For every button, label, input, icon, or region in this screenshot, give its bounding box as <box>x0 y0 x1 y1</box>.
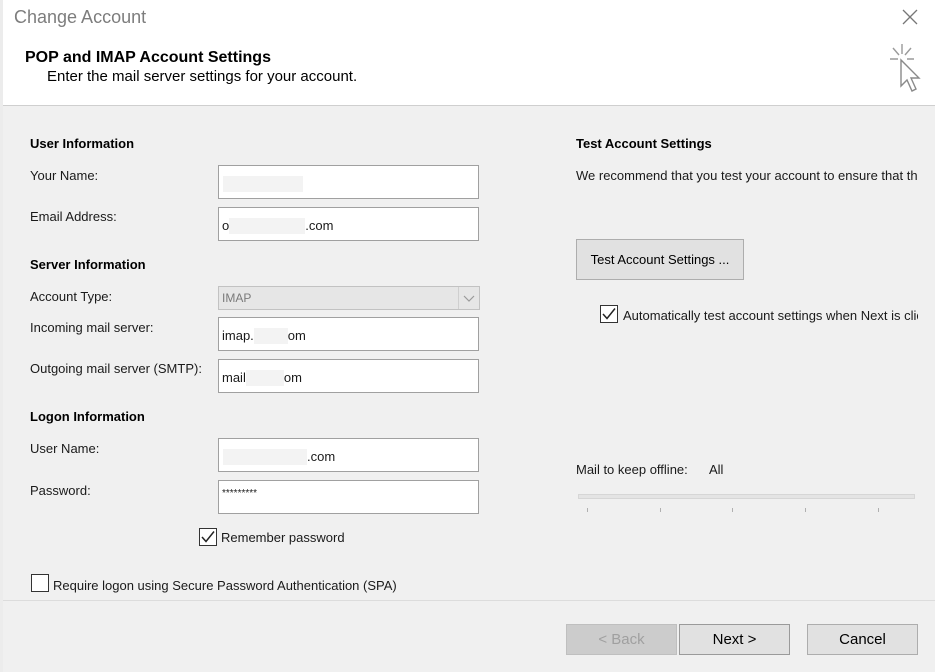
email-address-field[interactable]: o .com <box>218 207 479 241</box>
incoming-suffix: om <box>287 328 306 343</box>
auto-test-label: Automatically test account settings when… <box>623 308 918 323</box>
account-type-select[interactable]: IMAP <box>218 286 480 310</box>
chevron-down-icon <box>458 287 479 309</box>
remember-password-label: Remember password <box>221 530 345 545</box>
incoming-server-field[interactable]: imap. om <box>218 317 479 351</box>
offline-label: Mail to keep offline: <box>576 462 688 477</box>
next-button[interactable]: Next > <box>679 624 790 655</box>
redacted-name <box>223 176 303 192</box>
remember-password-checkbox[interactable] <box>199 528 217 546</box>
redacted-email <box>229 218 306 234</box>
slider-tick <box>878 508 879 512</box>
slider-tick <box>732 508 733 512</box>
password-value: ********* <box>222 488 258 499</box>
checkmark-icon <box>602 308 616 320</box>
page-title: POP and IMAP Account Settings <box>25 49 271 66</box>
outgoing-server-label: Outgoing mail server (SMTP): <box>30 361 202 376</box>
test-settings-heading: Test Account Settings <box>576 136 712 151</box>
incoming-server-label: Incoming mail server: <box>30 320 154 335</box>
user-name-suffix: .com <box>307 449 336 464</box>
window-title: Change Account <box>14 7 147 27</box>
spa-label: Require logon using Secure Password Auth… <box>53 578 397 593</box>
outgoing-server-field[interactable]: mail om <box>218 359 479 393</box>
your-name-field[interactable] <box>218 165 479 199</box>
slider-tick <box>805 508 806 512</box>
account-type-label: Account Type: <box>30 289 113 304</box>
incoming-prefix: imap. <box>222 328 254 343</box>
dialog-footer: < Back Next > Cancel <box>3 601 935 672</box>
page-subtitle: Enter the mail server settings for your … <box>47 68 358 85</box>
redacted-user-name <box>223 449 307 465</box>
user-information-heading: User Information <box>30 136 135 151</box>
redacted-outgoing <box>245 370 284 386</box>
offline-slider[interactable] <box>578 494 915 499</box>
title-bar: Change Account <box>3 0 935 36</box>
cancel-button[interactable]: Cancel <box>807 624 918 655</box>
wizard-cursor-icon <box>890 44 921 92</box>
offline-value: All <box>709 462 724 477</box>
dialog-header: POP and IMAP Account Settings Enter the … <box>3 36 935 105</box>
password-field[interactable]: ********* <box>218 480 479 514</box>
server-information-heading: Server Information <box>30 257 146 272</box>
user-name-field[interactable]: .com <box>218 438 479 472</box>
test-account-settings-button[interactable]: Test Account Settings ... <box>576 239 744 280</box>
email-address-label: Email Address: <box>30 209 117 224</box>
checkmark-icon <box>201 531 215 543</box>
close-icon[interactable] <box>899 6 921 28</box>
password-label: Password: <box>30 483 91 498</box>
dialog-body: User Information Your Name: Email Addres… <box>3 106 935 600</box>
slider-tick <box>660 508 661 512</box>
outgoing-prefix: mail <box>222 370 246 385</box>
spa-checkbox[interactable] <box>31 574 49 592</box>
user-name-label: User Name: <box>30 441 100 456</box>
account-type-value: IMAP <box>222 291 252 305</box>
test-settings-description: We recommend that you test your account … <box>576 168 918 183</box>
email-suffix: .com <box>305 218 334 233</box>
redacted-incoming <box>253 328 288 344</box>
back-button[interactable]: < Back <box>566 624 677 655</box>
logon-information-heading: Logon Information <box>30 409 145 424</box>
slider-tick <box>587 508 588 512</box>
outgoing-suffix: om <box>283 370 302 385</box>
auto-test-checkbox[interactable] <box>600 305 618 323</box>
your-name-label: Your Name: <box>30 168 99 183</box>
email-prefix: o <box>222 218 230 233</box>
